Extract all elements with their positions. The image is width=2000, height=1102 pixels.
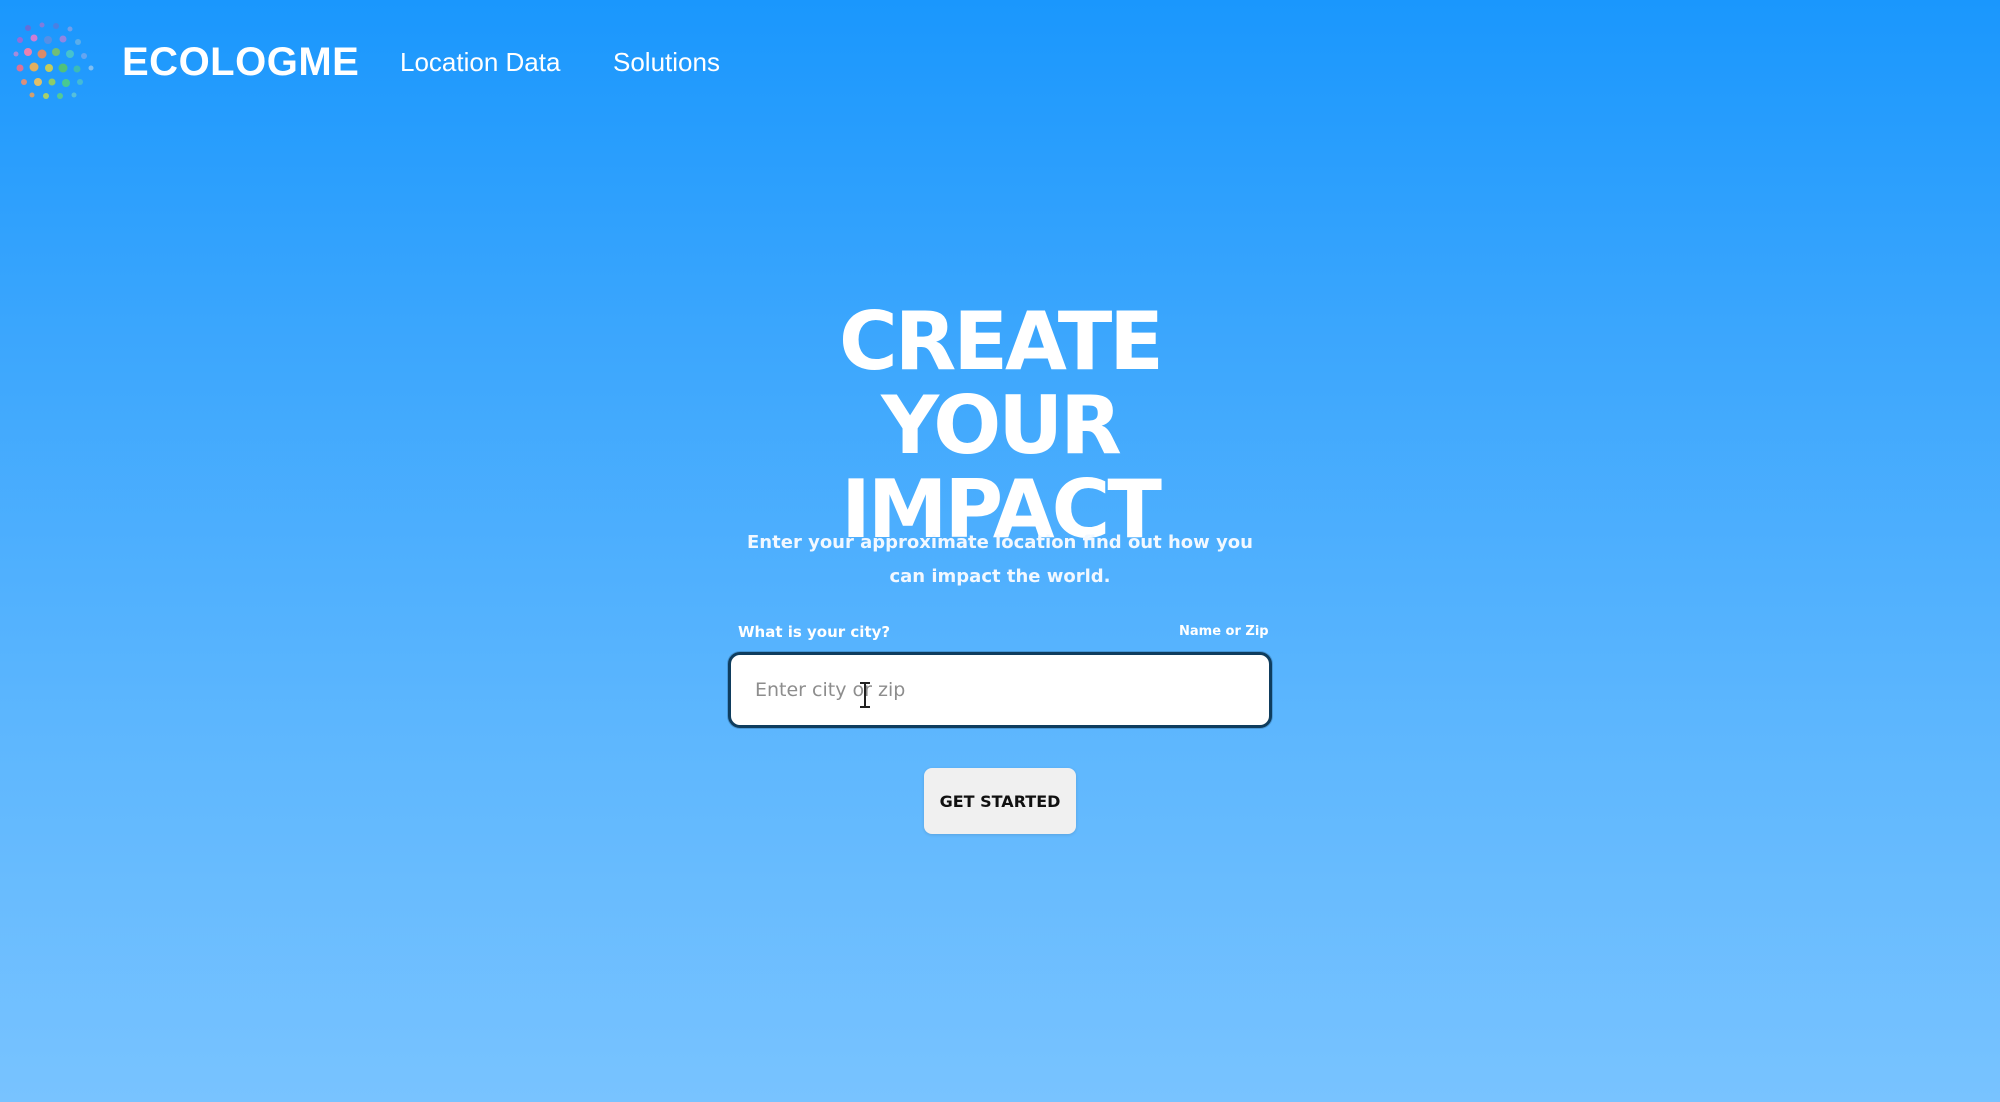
hero-title: CREATE YOUR IMPACT <box>720 300 1280 552</box>
city-field-hint: Name or Zip <box>1179 624 1269 639</box>
hero-section: CREATE YOUR IMPACT Enter your approximat… <box>0 300 2000 834</box>
dot-cluster-logo-icon[interactable] <box>8 16 100 108</box>
brand-logo-text[interactable]: ECOLOGME <box>122 38 359 86</box>
city-input[interactable] <box>728 652 1272 728</box>
hero-subtitle: Enter your approximate location find out… <box>747 532 1253 587</box>
nav-link-location-data[interactable]: Location Data <box>400 44 560 80</box>
top-navbar: ECOLOGME Location Data Solutions <box>0 0 2000 130</box>
nav-link-solutions[interactable]: Solutions <box>613 44 720 80</box>
city-field-label: What is your city? <box>738 623 891 641</box>
hero-title-line-1: CREATE YOUR <box>839 295 1164 472</box>
get-started-button[interactable]: GET STARTED <box>924 768 1076 834</box>
text-cursor-icon <box>860 682 870 708</box>
